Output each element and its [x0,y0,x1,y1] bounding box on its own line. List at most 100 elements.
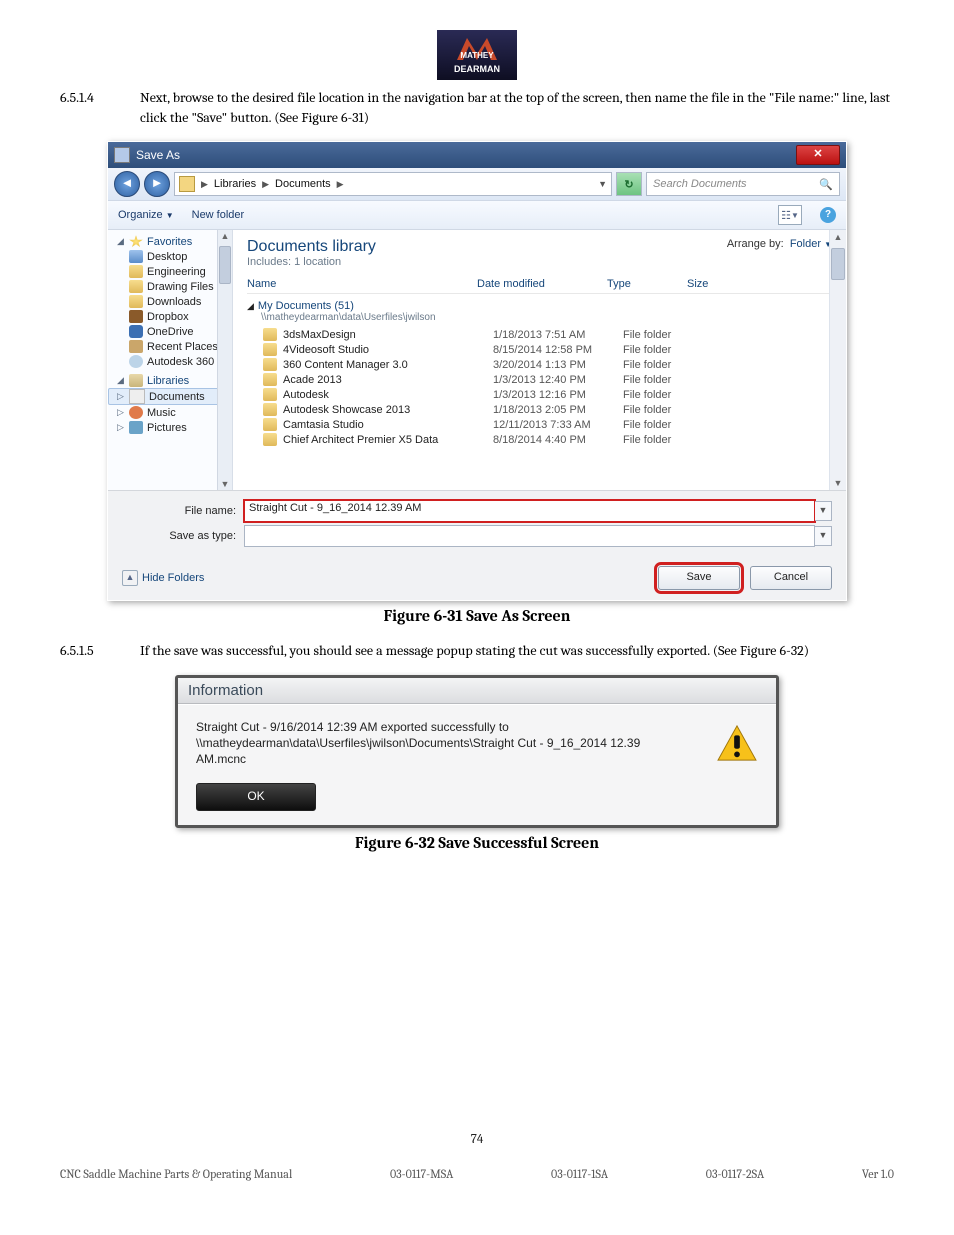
scroll-thumb[interactable] [219,246,231,284]
folder-icon [263,418,277,431]
nav-group-favorites[interactable]: ◢Favorites [108,234,232,249]
dialog-footer: ▲Hide Folders Save Cancel [108,556,846,600]
footer-version: Ver 1.0 [862,1167,894,1181]
dialog-titlebar: Save As ✕ [108,142,846,168]
column-type[interactable]: Type [607,278,687,290]
content-scrollbar[interactable]: ▲ ▼ [829,230,846,490]
file-date: 12/11/2013 7:33 AM [493,419,623,431]
filename-label: File name: [122,505,244,517]
sidebar-item-onedrive[interactable]: OneDrive [108,324,232,339]
nav-forward-button[interactable]: ► [144,171,170,197]
file-name: 4Videosoft Studio [283,344,493,356]
nav-scrollbar[interactable]: ▲ ▼ [217,230,232,490]
figure-information-dialog: Information Straight Cut - 9/16/2014 12:… [175,675,779,829]
column-name[interactable]: Name [247,278,477,290]
folder-icon [263,388,277,401]
file-name: 360 Content Manager 3.0 [283,359,493,371]
file-row[interactable]: 3dsMaxDesign1/18/2013 7:51 AMFile folder [247,327,832,342]
saveastype-input[interactable] [244,525,815,547]
scroll-down-icon[interactable]: ▼ [221,478,230,490]
save-button[interactable]: Save [658,566,740,590]
file-row[interactable]: Chief Architect Premier X5 Data8/18/2014… [247,432,832,447]
expand-icon: ◢ [247,301,254,312]
new-folder-button[interactable]: New folder [192,209,245,221]
brand-logo: MATHEY DEARMAN [437,30,517,80]
file-date: 3/20/2014 1:13 PM [493,359,623,371]
footer-title: CNC Saddle Machine Parts & Operating Man… [60,1167,292,1181]
sidebar-item-drawing-files[interactable]: Drawing Files [108,279,232,294]
expand-icon: ◢ [116,236,125,247]
column-size[interactable]: Size [687,278,747,290]
file-row[interactable]: Autodesk Showcase 20131/18/2013 2:05 PMF… [247,402,832,417]
sidebar-item-engineering[interactable]: Engineering [108,264,232,279]
sidebar-item-pictures[interactable]: ▷Pictures [108,420,232,435]
info-dialog-message: Straight Cut - 9/16/2014 12:39 AM export… [196,719,692,768]
nav-back-button[interactable]: ◄ [114,171,140,197]
chevron-right-icon: ▶ [262,179,269,190]
breadcrumb-segment[interactable]: Documents [275,178,331,190]
app-icon [114,147,130,163]
paragraph-6-5-1-5: 6.5.1.5 If the save was successful, you … [60,641,894,661]
file-name: 3dsMaxDesign [283,329,493,341]
saveastype-label: Save as type: [122,530,244,542]
file-row[interactable]: 4Videosoft Studio8/15/2014 12:58 PMFile … [247,342,832,357]
organize-menu[interactable]: Organize ▼ [118,209,174,221]
form-area: File name: Straight Cut - 9_16_2014 12.3… [108,490,846,556]
info-dialog-title: Information [178,678,776,704]
library-subtitle: Includes: 1 location [247,256,376,268]
column-headers[interactable]: Name Date modified Type Size [247,278,832,294]
saveastype-dropdown[interactable]: ▼ [815,526,832,546]
breadcrumb[interactable]: ▶ Libraries ▶ Documents ▶ ▼ [174,172,612,196]
cancel-button[interactable]: Cancel [750,566,832,590]
file-row[interactable]: 360 Content Manager 3.03/20/2014 1:13 PM… [247,357,832,372]
sidebar-item-dropbox[interactable]: Dropbox [108,309,232,324]
file-row[interactable]: Acade 20131/3/2013 12:40 PMFile folder [247,372,832,387]
chevron-down-icon[interactable]: ▼ [598,179,607,189]
file-type: File folder [623,404,703,416]
file-list: 3dsMaxDesign1/18/2013 7:51 AMFile folder… [247,327,832,447]
folder-icon [263,343,277,356]
chevron-down-icon: ▼ [166,211,174,220]
sidebar-item-recent-places[interactable]: Recent Places [108,339,232,354]
dropbox-icon [129,310,143,323]
search-placeholder: Search Documents [653,178,747,190]
pictures-icon [129,421,143,434]
help-icon[interactable]: ? [820,207,836,223]
scroll-up-icon[interactable]: ▲ [221,230,230,242]
figure-caption-6-32: Figure 6-32 Save Successful Screen [60,834,894,852]
close-icon[interactable]: ✕ [796,145,840,165]
sidebar-item-music[interactable]: ▷Music [108,405,232,420]
recent-icon [129,340,143,353]
file-row[interactable]: Autodesk1/3/2013 12:16 PMFile folder [247,387,832,402]
file-name: Acade 2013 [283,374,493,386]
chevron-up-icon: ▲ [122,570,138,586]
sidebar-item-desktop[interactable]: Desktop [108,249,232,264]
group-header[interactable]: ◢ My Documents (51) [247,300,832,312]
arrange-by[interactable]: Arrange by: Folder ▼ [727,238,832,250]
file-date: 1/3/2013 12:16 PM [493,389,623,401]
view-options-button[interactable]: ☷ ▼ [778,205,802,225]
nav-group-libraries[interactable]: ◢Libraries [108,373,232,388]
ok-button[interactable]: OK [196,783,316,811]
breadcrumb-segment[interactable]: Libraries [214,178,256,190]
sidebar-item-autodesk-360[interactable]: Autodesk 360 [108,354,232,369]
address-bar: ◄ ► ▶ Libraries ▶ Documents ▶ ▼ ↻ Search… [108,168,846,201]
dialog-title: Save As [136,148,180,162]
section-text: Next, browse to the desired file locatio… [140,88,894,127]
library-icon [129,374,143,387]
sidebar-item-documents[interactable]: ▷Documents [108,388,232,405]
filename-input[interactable]: Straight Cut - 9_16_2014 12.39 AM [244,500,815,522]
refresh-button[interactable]: ↻ [616,172,642,196]
file-row[interactable]: Camtasia Studio12/11/2013 7:33 AMFile fo… [247,417,832,432]
search-input[interactable]: Search Documents 🔍 [646,172,840,196]
collapse-icon: ▷ [116,422,125,433]
column-date[interactable]: Date modified [477,278,607,290]
file-date: 8/15/2014 12:58 PM [493,344,623,356]
file-type: File folder [623,329,703,341]
sidebar-item-downloads[interactable]: Downloads [108,294,232,309]
scroll-down-icon[interactable]: ▼ [834,476,843,490]
scroll-thumb[interactable] [831,248,845,280]
scroll-up-icon[interactable]: ▲ [834,230,843,244]
hide-folders-button[interactable]: ▲Hide Folders [122,570,204,586]
filename-dropdown[interactable]: ▼ [815,501,832,521]
